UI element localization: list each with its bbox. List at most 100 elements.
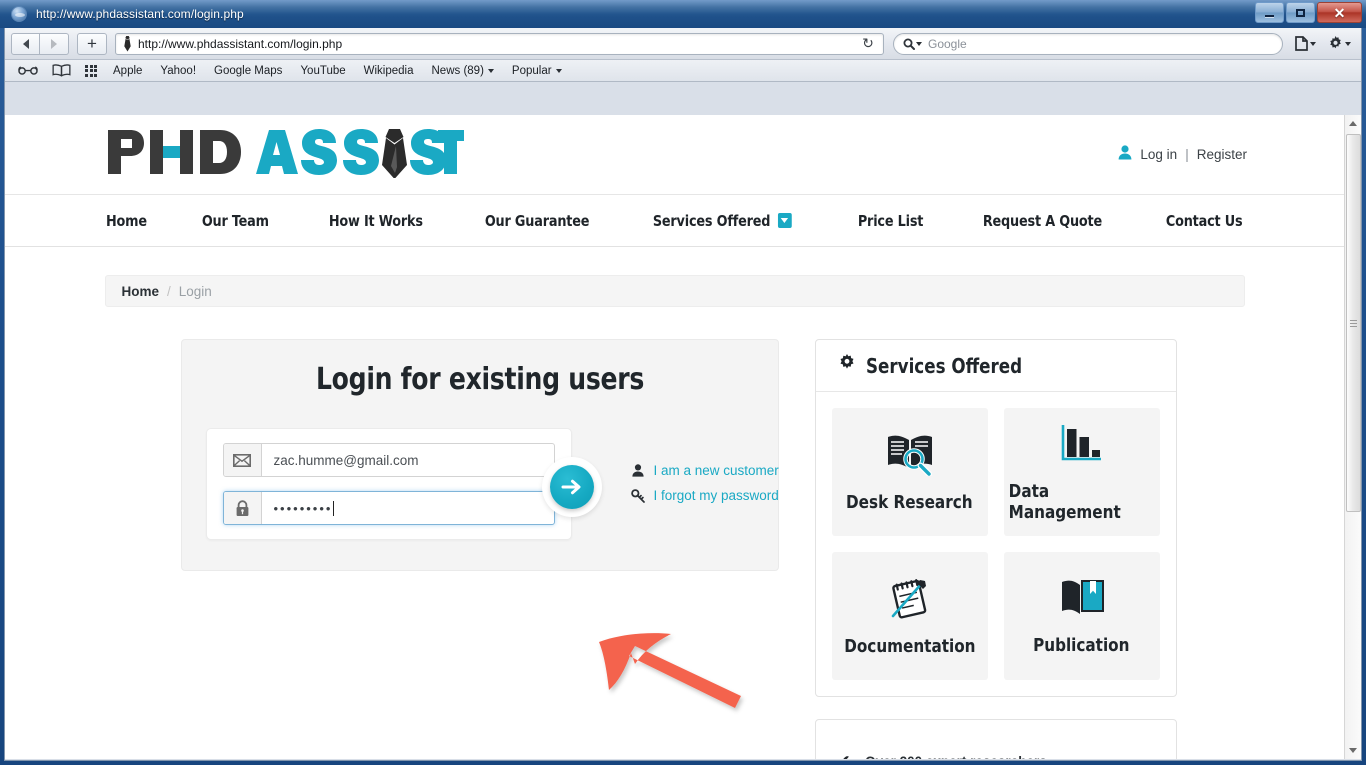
login-panel: Login for existing users zac.humme@gmail… <box>180 339 779 571</box>
bookmark-apple[interactable]: Apple <box>104 65 151 77</box>
nav-item-price-list[interactable]: Price List <box>833 212 948 230</box>
text-cursor <box>333 500 335 516</box>
book-bookmark-icon <box>1059 577 1105 624</box>
scrollbar-thumb[interactable] <box>1346 134 1361 512</box>
breadcrumb-current: Login <box>178 283 212 299</box>
user-icon <box>631 464 645 477</box>
services-panel-header: Services Offered <box>815 340 1176 392</box>
bookmark-wikipedia[interactable]: Wikipedia <box>355 65 423 77</box>
chevron-down-icon <box>555 68 562 73</box>
login-column: Login for existing users zac.humme@gmail… <box>105 339 785 759</box>
nav-item-services-offered[interactable]: Services Offered <box>628 212 816 230</box>
submit-circle <box>549 465 594 509</box>
bookmark-popular[interactable]: Popular <box>503 65 571 77</box>
chevron-up-icon <box>1349 121 1357 126</box>
new-tab-button[interactable]: + <box>77 32 107 55</box>
check-icon: ✔ <box>838 752 851 759</box>
facts-panel: ✔ Over 200 expert researchers ✔ Hire exp… <box>814 719 1177 759</box>
nav-item-request-a-quote[interactable]: Request A Quote <box>958 212 1127 230</box>
password-input-value: ••••••••• <box>273 500 333 516</box>
user-icon <box>1118 145 1132 163</box>
maximize-button[interactable] <box>1286 2 1315 23</box>
window-controls: ✕ <box>1255 2 1362 23</box>
login-help-links: I am a new customer I forgot my password <box>630 458 811 508</box>
search-field[interactable]: Google <box>893 32 1283 55</box>
services-tile-grid: Desk Research Data Management Documentat… <box>816 392 1176 696</box>
reload-button[interactable]: ↻ <box>857 34 879 54</box>
service-tile-label: Desk Research <box>846 491 973 513</box>
close-button[interactable]: ✕ <box>1317 2 1362 23</box>
login-submit-button[interactable] <box>541 457 602 517</box>
bookmark-youtube[interactable]: YouTube <box>291 65 354 77</box>
breadcrumb-separator: / <box>167 283 171 299</box>
search-placeholder: Google <box>928 36 967 51</box>
scrollbar-grip-icon <box>1350 319 1357 327</box>
facts-list: ✔ Over 200 expert researchers ✔ Hire exp… <box>816 742 1176 759</box>
service-tile-publication[interactable]: Publication <box>1003 552 1160 680</box>
service-tile-data-management[interactable]: Data Management <box>1003 408 1160 536</box>
arrow-right-icon <box>561 479 580 495</box>
scroll-down-button[interactable] <box>1345 742 1361 759</box>
breadcrumb-home-link[interactable]: Home <box>122 284 160 299</box>
vertical-scrollbar[interactable] <box>1344 115 1361 759</box>
login-title: Login for existing users <box>315 362 644 397</box>
service-tile-desk-research[interactable]: Desk Research <box>831 408 988 536</box>
envelope-icon <box>223 444 262 476</box>
address-bar[interactable]: http://www.phdassistant.com/login.php ↻ <box>115 32 884 55</box>
gear-icon <box>1330 36 1341 49</box>
account-separator: | <box>1185 146 1189 162</box>
forgot-password-link[interactable]: I forgot my password <box>630 483 811 508</box>
sidebar-column: Services Offered Desk Research Data Mana… <box>814 339 1177 759</box>
page-viewport: Log in | Register Home Our Team How It W… <box>5 115 1361 759</box>
services-panel-title: Services Offered <box>865 353 1022 378</box>
new-customer-link[interactable]: I am a new customer <box>631 458 811 483</box>
reader-page-button[interactable] <box>1295 36 1316 51</box>
address-bar-url: http://www.phdassistant.com/login.php <box>138 36 343 51</box>
services-offered-panel: Services Offered Desk Research Data Mana… <box>814 339 1177 697</box>
forward-arrow-icon <box>51 38 57 49</box>
apps-grid-icon[interactable] <box>78 64 104 77</box>
account-links: Log in | Register <box>1118 145 1247 163</box>
os-window: http://www.phdassistant.com/login.php ✕ … <box>0 0 1366 765</box>
chevron-down-icon <box>1349 748 1357 753</box>
navigation-buttons <box>11 32 69 55</box>
key-icon <box>630 488 645 503</box>
gear-icon <box>838 354 856 377</box>
bookmark-google-maps[interactable]: Google Maps <box>205 65 291 77</box>
nav-item-our-guarantee[interactable]: Our Guarantee <box>460 212 614 230</box>
back-arrow-icon <box>22 38 29 49</box>
book-reading-list-icon[interactable] <box>45 64 78 77</box>
email-field[interactable]: zac.humme@gmail.com <box>222 443 555 477</box>
notepad-pencil-icon <box>887 576 933 625</box>
glasses-icon[interactable] <box>11 65 45 76</box>
nav-item-home[interactable]: Home <box>106 212 172 230</box>
browser-toolbar: + http://www.phdassistant.com/login.php … <box>5 28 1361 60</box>
forward-button[interactable] <box>40 32 69 55</box>
bookmark-yahoo[interactable]: Yahoo! <box>151 65 205 77</box>
service-tile-documentation[interactable]: Documentation <box>831 552 988 680</box>
bookmark-news[interactable]: News (89) <box>423 65 503 77</box>
reload-icon: ↻ <box>862 35 874 51</box>
nav-item-our-team[interactable]: Our Team <box>177 212 294 230</box>
service-tile-label: Publication <box>1033 634 1130 656</box>
password-field[interactable]: ••••••••• <box>222 491 555 525</box>
breadcrumb: Home / Login <box>104 275 1245 307</box>
main-navigation: Home Our Team How It Works Our Guarantee… <box>5 195 1344 247</box>
back-button[interactable] <box>11 32 40 55</box>
page-favicon-icon <box>11 6 27 22</box>
login-link[interactable]: Log in <box>1140 147 1177 162</box>
site-logo[interactable] <box>106 128 464 178</box>
minimize-button[interactable] <box>1255 2 1284 23</box>
browser-window: + http://www.phdassistant.com/login.php … <box>4 28 1362 761</box>
two-column-layout: Login for existing users zac.humme@gmail… <box>105 339 1245 759</box>
service-tile-label: Documentation <box>843 635 976 657</box>
list-item: ✔ Over 200 expert researchers <box>838 742 1154 759</box>
nav-item-contact-us[interactable]: Contact Us <box>1141 212 1267 230</box>
scroll-up-button[interactable] <box>1345 115 1361 132</box>
phd-assistant-logo-icon <box>108 129 464 178</box>
register-link[interactable]: Register <box>1197 147 1247 162</box>
email-input-value[interactable]: zac.humme@gmail.com <box>262 444 554 476</box>
settings-menu-button[interactable] <box>1328 36 1351 51</box>
nav-item-how-it-works[interactable]: How It Works <box>304 212 448 230</box>
lock-icon <box>223 492 262 524</box>
